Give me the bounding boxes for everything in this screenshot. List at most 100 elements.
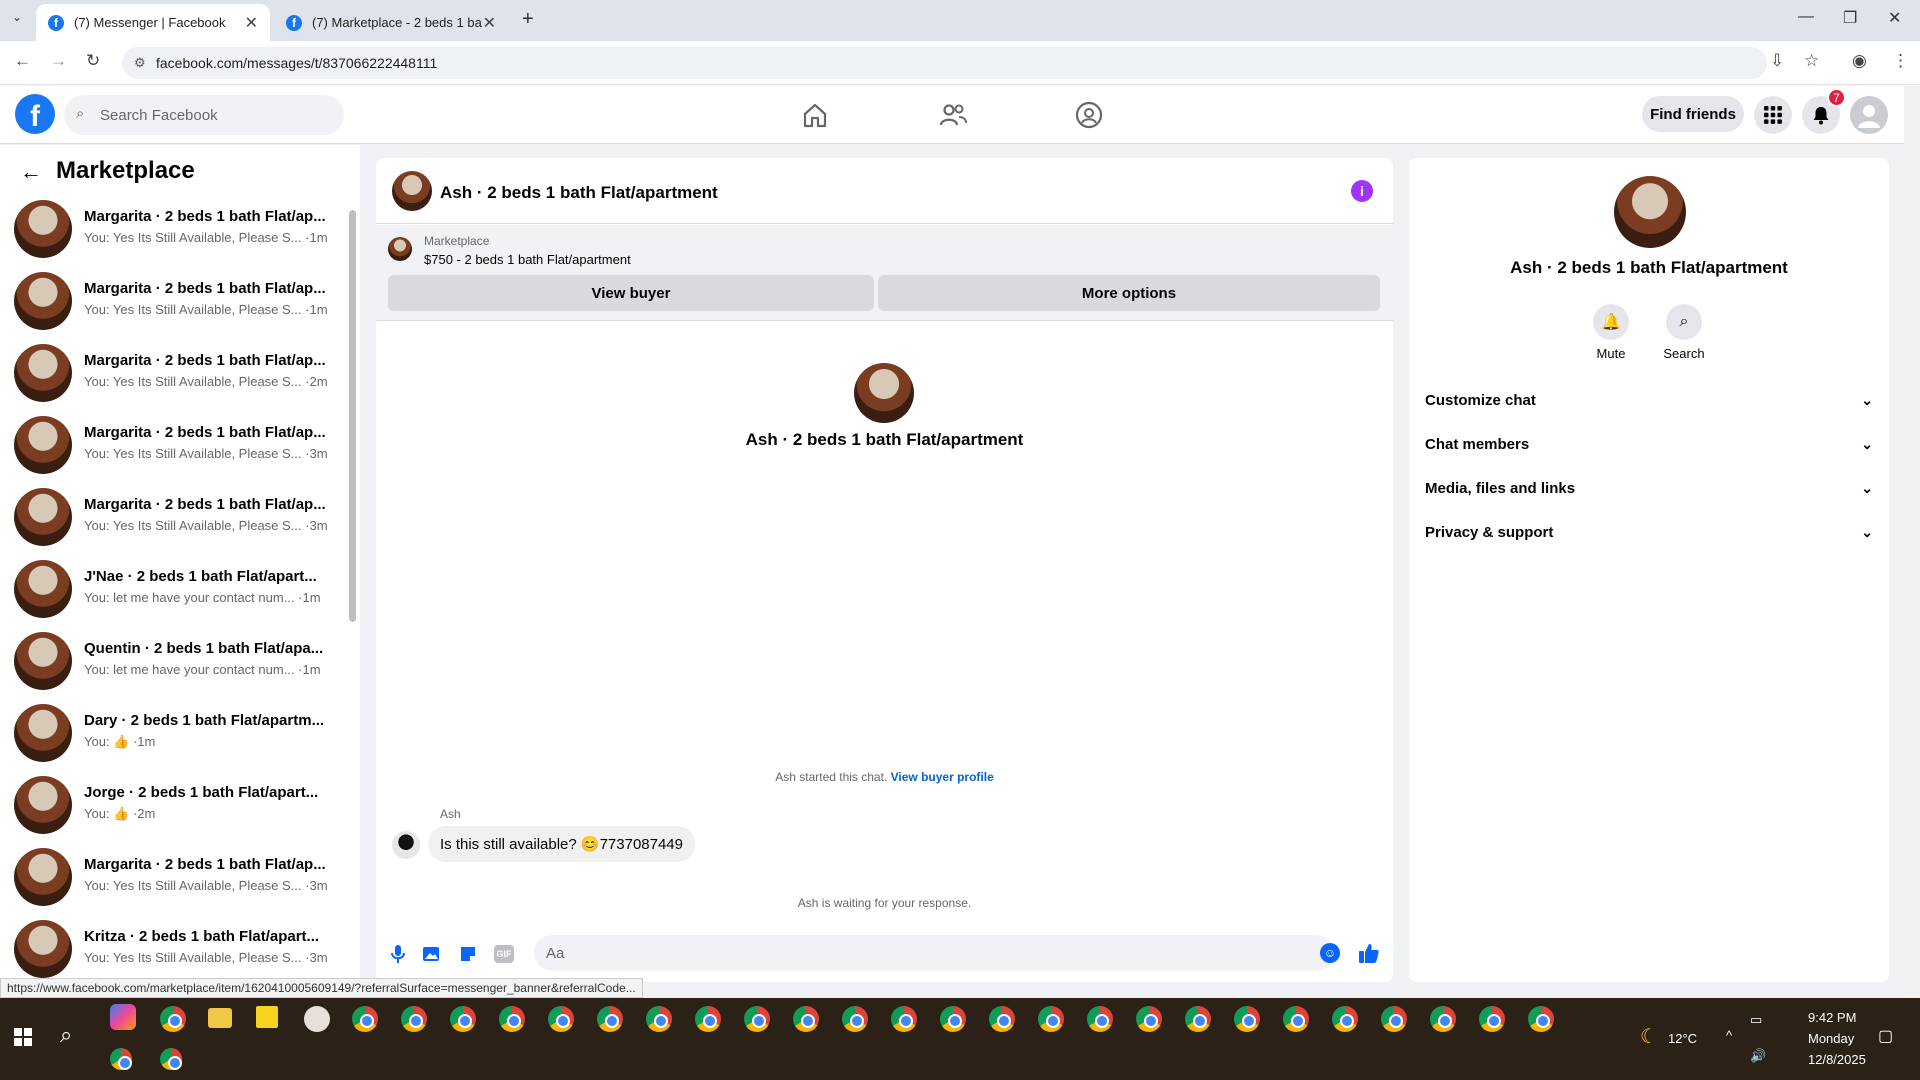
reload-icon[interactable]: ↻ — [86, 51, 100, 71]
message-input[interactable]: Aa — [534, 935, 1334, 971]
conversation-item[interactable]: Quentin · 2 beds 1 bath Flat/apa... You:… — [14, 632, 334, 696]
view-buyer-button[interactable]: View buyer — [388, 275, 874, 311]
friends-icon[interactable] — [938, 100, 968, 130]
site-info-icon[interactable]: ⚙ — [134, 55, 146, 71]
weather-moon-icon[interactable]: ☾ — [1640, 1024, 1658, 1049]
close-tab-icon[interactable]: ✕ — [245, 13, 258, 33]
chrome-profile-icon[interactable] — [1381, 1006, 1407, 1032]
menu-grid-button[interactable] — [1754, 96, 1792, 134]
chrome-icon[interactable] — [160, 1006, 186, 1032]
mute-button[interactable]: 🔔 Mute — [1581, 304, 1641, 361]
notification-center-icon[interactable]: ▢ — [1878, 1026, 1893, 1046]
bookmark-star-icon[interactable]: ☆ — [1804, 51, 1819, 71]
clock-time[interactable]: 9:42 PM — [1808, 1010, 1856, 1025]
weather-temp[interactable]: 12°C — [1668, 1031, 1697, 1046]
restore-icon[interactable]: ❐ — [1843, 8, 1857, 28]
groups-icon[interactable] — [1074, 100, 1104, 130]
minimize-icon[interactable]: — — [1798, 8, 1814, 26]
conversation-item[interactable]: Margarita · 2 beds 1 bath Flat/ap... You… — [14, 416, 334, 480]
conversation-item[interactable]: Margarita · 2 beds 1 bath Flat/ap... You… — [14, 272, 334, 336]
chrome-profile-icon[interactable] — [842, 1006, 868, 1032]
chrome-profile-icon[interactable] — [1136, 1006, 1162, 1032]
microphone-icon[interactable] — [390, 944, 406, 964]
thumbs-up-icon[interactable] — [1358, 942, 1380, 964]
chrome-profile-icon[interactable] — [1234, 1006, 1260, 1032]
close-window-icon[interactable]: ✕ — [1888, 8, 1901, 28]
tab-messenger[interactable]: f (7) Messenger | Facebook ✕ — [36, 4, 270, 41]
copilot-icon[interactable] — [110, 1004, 136, 1030]
windows-start-icon[interactable] — [14, 1028, 32, 1046]
chrome-profile-icon[interactable] — [1479, 1006, 1505, 1032]
back-arrow-icon[interactable]: ← — [20, 159, 42, 185]
sticker-icon[interactable] — [458, 944, 478, 964]
sidebar-scrollbar[interactable] — [349, 210, 356, 622]
customize-chat-section[interactable]: Customize chat ⌄ — [1425, 382, 1873, 418]
find-friends-button[interactable]: Find friends — [1642, 96, 1744, 132]
chrome-profile-icon[interactable] — [1430, 1006, 1456, 1032]
conversation-item[interactable]: Margarita · 2 beds 1 bath Flat/ap... You… — [14, 488, 334, 552]
chrome-profile-icon[interactable] — [401, 1006, 427, 1032]
conversation-item[interactable]: Jorge · 2 beds 1 bath Flat/apart... You:… — [14, 776, 334, 840]
new-tab-icon[interactable]: + — [522, 8, 534, 31]
menu-kebab-icon[interactable]: ⋮ — [1892, 51, 1909, 71]
address-bar[interactable]: ⚙ facebook.com/messages/t/83706622244811… — [122, 47, 1767, 79]
tab-marketplace[interactable]: f (7) Marketplace - 2 beds 1 bath ✕ — [274, 4, 508, 41]
search-facebook-input[interactable]: ⌕ Search Facebook — [64, 95, 344, 135]
chrome-active-icon[interactable] — [160, 1048, 182, 1070]
chrome-profile-icon[interactable] — [1528, 1006, 1554, 1032]
chrome-profile-icon[interactable] — [110, 1048, 132, 1070]
chrome-profile-icon[interactable] — [1283, 1006, 1309, 1032]
chrome-profile-icon[interactable] — [1185, 1006, 1211, 1032]
message-bubble[interactable]: Is this still available? 😊7737087449 — [428, 826, 695, 862]
chrome-profile-icon[interactable] — [450, 1006, 476, 1032]
chrome-profile-icon[interactable] — [891, 1006, 917, 1032]
volume-icon[interactable]: 🔊 — [1750, 1048, 1766, 1064]
close-tab-icon[interactable]: ✕ — [483, 13, 496, 33]
forward-icon[interactable]: → — [50, 51, 67, 71]
more-options-button[interactable]: More options — [878, 275, 1380, 311]
show-hidden-icons-chevron[interactable]: ^ — [1726, 1028, 1732, 1043]
conversation-item[interactable]: J'Nae · 2 beds 1 bath Flat/apart... You:… — [14, 560, 334, 624]
chrome-profile-icon[interactable] — [352, 1006, 378, 1032]
clock-day[interactable]: Monday — [1808, 1031, 1854, 1046]
chat-avatar[interactable] — [392, 171, 432, 211]
view-buyer-profile-link[interactable]: View buyer profile — [891, 770, 994, 784]
conversation-item[interactable]: Kritza · 2 beds 1 bath Flat/apart... You… — [14, 920, 334, 984]
chrome-profile-icon[interactable] — [1087, 1006, 1113, 1032]
conversation-item[interactable]: Margarita · 2 beds 1 bath Flat/ap... You… — [14, 344, 334, 408]
chat-members-section[interactable]: Chat members ⌄ — [1425, 426, 1873, 462]
network-icon[interactable]: ▭ — [1750, 1012, 1762, 1028]
conversation-item[interactable]: Dary · 2 beds 1 bath Flat/apartm... You:… — [14, 704, 334, 768]
chrome-profile-icon[interactable] — [1332, 1006, 1358, 1032]
chrome-profile-icon[interactable] — [597, 1006, 623, 1032]
home-icon[interactable] — [800, 100, 830, 130]
sticky-notes-icon[interactable] — [256, 1006, 278, 1028]
profile-icon[interactable]: ◉ — [1852, 51, 1867, 71]
install-app-icon[interactable]: ⇩ — [1770, 51, 1784, 71]
photo-icon[interactable] — [422, 944, 442, 964]
search-button[interactable]: ⌕ Search — [1654, 304, 1714, 361]
back-icon[interactable]: ← — [14, 51, 31, 71]
sender-avatar[interactable] — [392, 831, 420, 859]
gif-icon[interactable]: GIF — [494, 945, 514, 963]
privacy-support-section[interactable]: Privacy & support ⌄ — [1425, 514, 1873, 550]
chrome-profile-icon[interactable] — [793, 1006, 819, 1032]
chrome-profile-icon[interactable] — [1038, 1006, 1064, 1032]
facebook-logo-icon[interactable]: f — [15, 94, 55, 134]
chrome-profile-icon[interactable] — [695, 1006, 721, 1032]
emoji-icon[interactable]: ☺ — [1320, 943, 1340, 963]
tab-list-icon[interactable]: ⌄ — [12, 10, 22, 24]
chrome-profile-icon[interactable] — [940, 1006, 966, 1032]
paint-icon[interactable] — [304, 1006, 330, 1032]
account-avatar[interactable] — [1850, 96, 1888, 134]
page-scrollbar[interactable] — [1904, 86, 1920, 997]
chrome-profile-icon[interactable] — [499, 1006, 525, 1032]
chrome-profile-icon[interactable] — [548, 1006, 574, 1032]
file-explorer-icon[interactable] — [208, 1008, 232, 1028]
chrome-profile-icon[interactable] — [989, 1006, 1015, 1032]
conversation-item[interactable]: Margarita · 2 beds 1 bath Flat/ap... You… — [14, 200, 334, 264]
chrome-profile-icon[interactable] — [744, 1006, 770, 1032]
media-files-links-section[interactable]: Media, files and links ⌄ — [1425, 470, 1873, 506]
chrome-profile-icon[interactable] — [646, 1006, 672, 1032]
info-icon[interactable]: i — [1351, 180, 1373, 202]
